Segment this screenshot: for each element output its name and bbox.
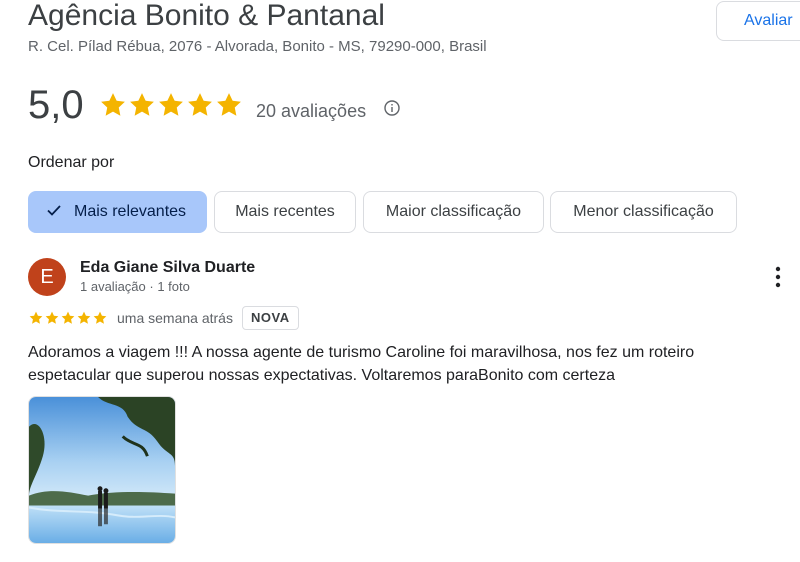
star-icon [45,311,59,324]
sort-chip-label: Menor classificação [573,203,714,220]
star-icon [77,311,91,324]
info-icon[interactable] [384,100,400,116]
sort-chip-label: Mais relevantes [74,203,187,220]
sort-chip-most-recent[interactable]: Mais recentes [214,191,356,233]
review-date: uma semana atrás [117,310,233,326]
review-stars [28,310,108,326]
review-text: Adoramos a viagem !!! A nossa agente de … [28,344,695,384]
business-address: R. Cel. Pílad Rébua, 2076 - Alvorada, Bo… [28,38,487,55]
rating-score: 5,0 [28,83,84,127]
more-options-icon[interactable] [770,265,786,289]
star-icon [101,93,125,116]
sort-chip-highest-rating[interactable]: Maior classificação [363,191,544,233]
new-badge: NOVA [242,306,299,330]
reviewer-meta: 1 avaliação · 1 foto [80,279,190,294]
write-review-button[interactable]: Avaliar [716,1,800,41]
sort-label: Ordenar por [28,154,115,171]
star-icon [217,93,241,116]
sort-chip-lowest-rating[interactable]: Menor classificação [550,191,737,233]
review-photo-image [29,397,175,543]
check-icon [47,205,61,216]
star-icon [159,93,183,116]
star-icon [188,93,212,116]
review-photo[interactable] [28,396,176,544]
reviewer-avatar[interactable]: E [28,258,66,296]
star-icon [61,311,75,324]
reviewer-name[interactable]: Eda Giane Silva Duarte [80,258,255,278]
business-title: Agência Bonito & Pantanal [28,0,385,32]
rating-stars [98,90,243,120]
sort-chip-label: Maior classificação [385,203,522,220]
sort-chip-label: Mais recentes [235,203,335,220]
star-icon [29,311,43,324]
sort-chip-most-relevant[interactable]: Mais relevantes [28,191,207,233]
review-count[interactable]: 20 avaliações [256,100,366,122]
star-icon [130,93,154,116]
star-icon [93,311,107,324]
